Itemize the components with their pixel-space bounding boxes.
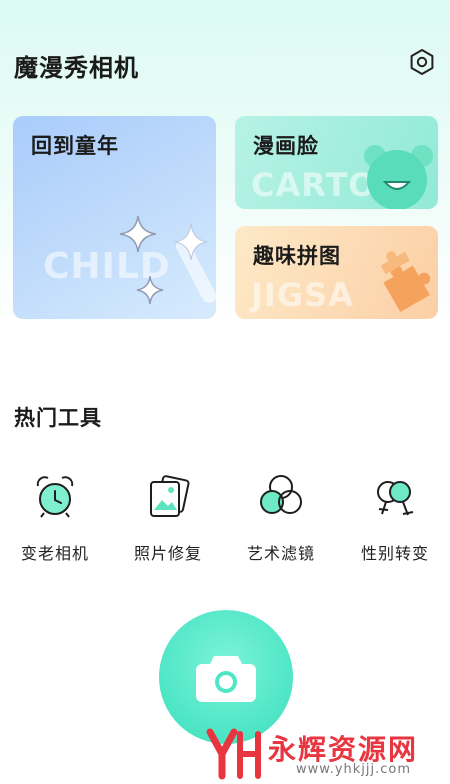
photo-stack-icon (150, 475, 190, 517)
site-logo-icon (206, 728, 261, 780)
site-watermark: 永辉资源网 www.yhkjjj.com (204, 726, 444, 782)
gear-icon (410, 49, 434, 75)
tool-label: 变老相机 (20, 544, 89, 563)
alarm-clock-icon (36, 476, 74, 518)
camera-button[interactable] (159, 610, 293, 744)
card-fun-puzzle[interactable]: 趣味拼图 JIGSA (235, 226, 438, 319)
card-cartoon-face[interactable]: 漫画脸 CARTO (235, 116, 438, 209)
tool-label: 照片修复 (133, 544, 202, 563)
sparkle-wand-icon (119, 215, 216, 305)
tool-label: 性别转变 (360, 544, 429, 563)
tool-photo-restore[interactable]: 照片修复 (113, 470, 223, 570)
hot-tools-title: 热门工具 (14, 406, 102, 430)
color-circles-icon (260, 475, 302, 514)
card-back-to-childhood[interactable]: 回到童年 CHILD (13, 116, 216, 319)
camera-icon (196, 656, 256, 702)
tool-art-filter[interactable]: 艺术滤镜 (226, 470, 336, 570)
settings-button[interactable] (406, 46, 438, 78)
cartoon-bear-icon (364, 145, 433, 209)
app-title: 魔漫秀相机 (14, 54, 139, 82)
tool-aging-camera[interactable]: 变老相机 (0, 470, 110, 570)
hot-tools-list: 变老相机 照片修复 艺术滤镜 性别转变 (0, 470, 450, 570)
tool-gender-swap[interactable]: 性别转变 (340, 470, 450, 570)
gender-symbols-icon (377, 481, 414, 516)
watermark-url: www.yhkjjj.com (296, 762, 412, 777)
tool-label: 艺术滤镜 (246, 544, 315, 563)
puzzle-piece-icon (380, 251, 431, 313)
